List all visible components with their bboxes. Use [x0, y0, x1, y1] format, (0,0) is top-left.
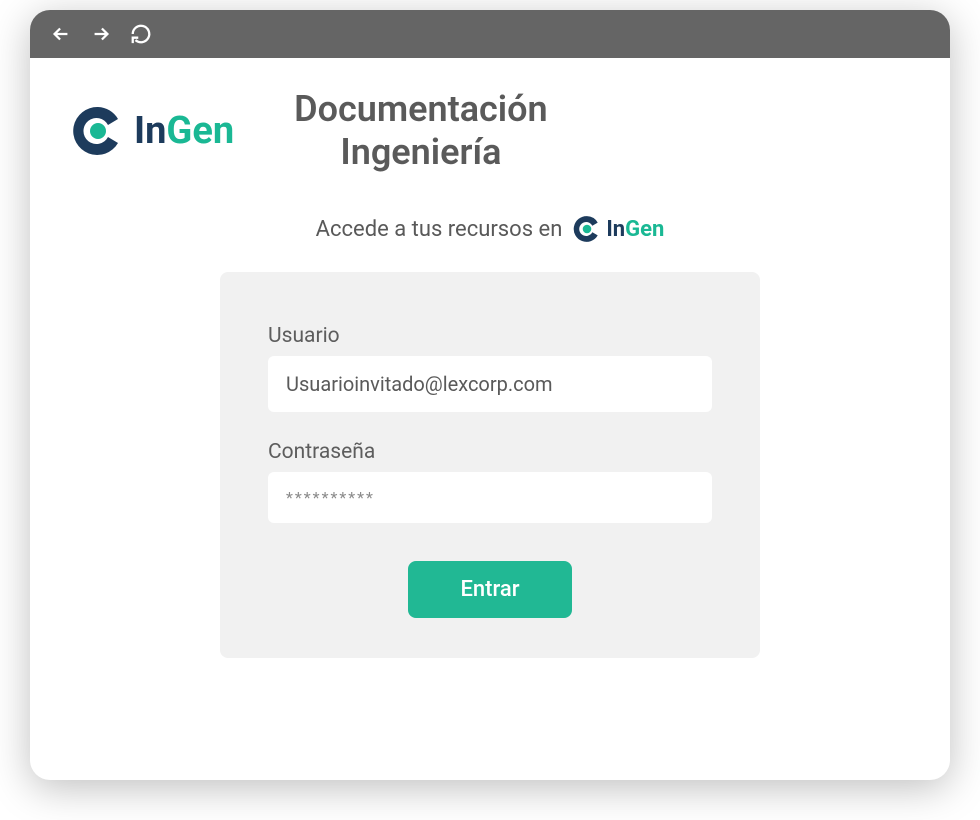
brand-logo: InGen: [70, 103, 234, 159]
brand-logo-text: InGen: [134, 109, 234, 153]
page-title: Documentación Ingeniería: [294, 88, 547, 174]
password-input[interactable]: [268, 472, 712, 523]
page-content: InGen Documentación Ingeniería Accede a …: [30, 58, 950, 688]
brand-name-small-part2: Gen: [625, 217, 664, 242]
browser-navigation-bar: [30, 10, 950, 58]
password-field-group: Contraseña: [268, 440, 712, 523]
brand-logo-small-text: InGen: [606, 217, 664, 242]
header-row: InGen Documentación Ingeniería: [70, 88, 910, 174]
brand-name-part1: In: [134, 109, 166, 153]
reload-icon[interactable]: [130, 23, 152, 45]
username-input[interactable]: [268, 356, 712, 412]
brand-name-part2: Gen: [166, 109, 234, 153]
password-label: Contraseña: [268, 440, 712, 464]
submit-row: Entrar: [268, 561, 712, 618]
subtitle: Accede a tus recursos en InGen: [70, 214, 910, 244]
username-label: Usuario: [268, 324, 712, 348]
brand-logo-small-icon: [572, 214, 602, 244]
username-field-group: Usuario: [268, 324, 712, 412]
page-title-line1: Documentación: [294, 88, 547, 131]
brand-logo-small: InGen: [572, 214, 664, 244]
subtitle-text: Accede a tus recursos en: [316, 217, 563, 242]
browser-window: InGen Documentación Ingeniería Accede a …: [30, 10, 950, 780]
page-title-line2: Ingeniería: [294, 131, 547, 174]
brand-name-small-part1: In: [606, 217, 625, 242]
forward-icon[interactable]: [90, 23, 112, 45]
login-panel: Usuario Contraseña Entrar: [220, 272, 760, 658]
back-icon[interactable]: [50, 23, 72, 45]
brand-logo-icon: [70, 103, 126, 159]
submit-button[interactable]: Entrar: [408, 561, 571, 618]
